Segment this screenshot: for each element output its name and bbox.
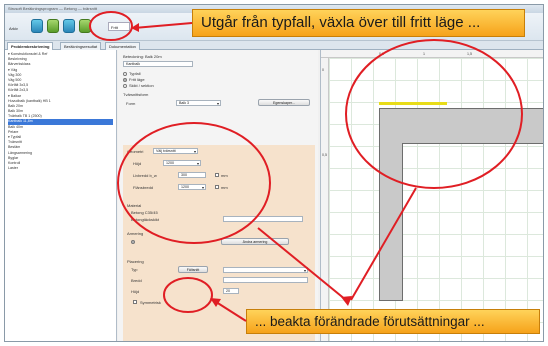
material-value: Betong C35/45 (131, 210, 158, 215)
ruler-top-label: 1 (423, 52, 425, 56)
width-label: Bredd (131, 278, 142, 283)
open-icon[interactable] (47, 19, 59, 33)
new-icon[interactable] (31, 19, 43, 33)
radio-icon (123, 83, 127, 88)
type-label: Typ (131, 267, 138, 272)
radio-typfall[interactable]: Typfall (123, 71, 141, 76)
toolbar-file-menu[interactable]: Arkiv (9, 26, 18, 31)
ruler-left-label: 0 (322, 68, 324, 72)
section-label: Tvärsnittsform (123, 92, 149, 97)
callout-top: Utgår från typfall, växla över till frit… (192, 9, 525, 37)
width-input[interactable] (223, 277, 308, 283)
concrete-cover-input[interactable] (223, 216, 303, 222)
section-flange-shape (379, 108, 543, 144)
geometry-title: Geometri (127, 149, 144, 154)
dim-checkbox-width[interactable] (215, 173, 219, 177)
dim-input-height[interactable]: 1200 (163, 160, 201, 166)
navigation-tree: ▾ Konstruktionsdel & Ref Beskrivning Bär… (5, 50, 117, 341)
ruler-top-label: 1,5 (467, 52, 472, 56)
tab-problembeskrivning[interactable]: Problembeskrivning (7, 42, 54, 50)
height-label: Höjd (131, 289, 140, 294)
drawing-canvas[interactable]: 0,5 1 1,5 0 0,5 (320, 50, 543, 341)
dim-unit-flange: mm (221, 185, 228, 190)
ruler-left-label: 0,5 (322, 153, 327, 157)
tab-bar: Problembeskrivning Beräkningsresultat Do… (5, 41, 543, 50)
dim-label-width: Livbredd b_w (133, 173, 157, 178)
symmetric-label: Symmetrisk (140, 300, 161, 305)
radio-icon (123, 71, 127, 76)
height-input[interactable]: 20 (223, 288, 239, 294)
geometry-select[interactable]: Välj tvärsnitt (153, 148, 198, 154)
canvas-grid (329, 58, 543, 341)
type-select[interactable] (223, 267, 308, 273)
armering-button[interactable]: Ändra armering (221, 238, 289, 245)
radio-icon (123, 77, 127, 82)
dim-input-width[interactable]: 300 (178, 172, 206, 178)
material-title: Material (127, 203, 142, 208)
application-window: Strusoft Beräkningsprogram — Betong — tv… (4, 4, 544, 342)
dim-label-height: Höjd (133, 161, 142, 166)
mode-select[interactable]: Fritt (108, 22, 130, 31)
tab-berakningsresultat[interactable]: Beräkningsresultat (60, 42, 102, 50)
dim-unit-width: mm (221, 173, 228, 178)
shape-label: Form (126, 101, 136, 106)
ruler-top: 0,5 1 1,5 (321, 50, 543, 58)
print-icon[interactable] (79, 19, 91, 33)
name-input[interactable]: Kantbalk (123, 61, 193, 67)
shape-select[interactable]: Balk 3 (176, 100, 221, 106)
radio-skikt[interactable]: Skikt / sektion (123, 83, 154, 88)
properties-button[interactable]: Egenskaper... (258, 99, 310, 106)
tab-dokumentation[interactable]: Dokumentation (105, 42, 140, 50)
section-web-shape (379, 143, 403, 301)
ruler-top-label: 0,5 (379, 52, 384, 56)
armering-radio[interactable] (131, 239, 137, 244)
tree-item[interactable]: Laster (8, 166, 113, 171)
symmetric-checkbox[interactable] (133, 300, 137, 304)
armering-title: Armering (127, 231, 144, 236)
ruler-left: 0 0,5 (321, 58, 329, 341)
radio-fritt[interactable]: Fritt läge (123, 77, 145, 82)
designation-label: Beteckning: Balk 20m (123, 54, 162, 59)
highlight-edge (379, 102, 447, 105)
save-icon[interactable] (63, 19, 75, 33)
dim-label-flange: Flänsbredd (133, 185, 154, 190)
dim-input-flange[interactable]: 1200 (178, 184, 206, 190)
placering-title: Placering (127, 259, 144, 264)
type-button[interactable]: Fältsnitt (178, 266, 208, 273)
callout-bottom: ... beakta förändrade förutsättningar ..… (246, 309, 540, 334)
dim-checkbox-flange[interactable] (215, 185, 219, 189)
radio-icon (131, 239, 135, 244)
concrete-cover-label: Betongtäckskikt (131, 217, 160, 222)
